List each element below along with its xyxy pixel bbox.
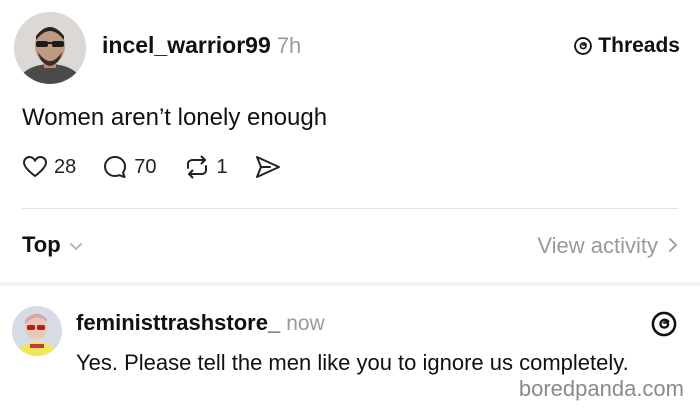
threads-brand[interactable]: Threads [573,34,680,58]
like-button[interactable]: 28 [22,155,76,179]
sort-dropdown[interactable]: Top [22,232,83,258]
threads-logo-icon [573,36,593,56]
chevron-down-icon [69,232,83,258]
watermark: boredpanda.com [518,376,684,401]
reply-body: Yes. Please tell the men like you to ign… [76,350,629,375]
chevron-right-icon [668,233,678,259]
share-button[interactable] [254,154,282,180]
view-activity-link[interactable]: View activity [537,233,678,259]
heart-icon [22,155,48,179]
reply-author-avatar[interactable] [12,306,62,356]
repost-icon [183,154,211,180]
reply-timestamp: now [286,312,325,335]
post-author-avatar[interactable] [14,12,86,84]
reply-author-name[interactable]: feministtrashstore_ [76,310,280,335]
threads-logo-icon[interactable] [650,310,678,343]
reply-author-username[interactable]: feministtrashstore_ now [76,310,325,336]
post-author-name[interactable]: incel_warrior99 [102,32,271,58]
post-author-username[interactable]: incel_warrior99 7h [102,32,301,59]
comment-icon [102,154,128,180]
reply-count: 70 [134,155,157,178]
post-actions: 28 70 1 [22,154,308,180]
send-icon [254,154,282,180]
repost-count: 1 [216,155,228,178]
sort-label: Top [22,232,61,257]
post-body: Women aren’t lonely enough [22,104,328,131]
view-activity-label: View activity [537,233,658,258]
divider [22,208,678,209]
post-timestamp: 7h [276,33,302,58]
repost-button[interactable]: 1 [183,154,228,180]
section-separator [0,282,700,286]
threads-brand-label: Threads [598,34,680,57]
reply-button[interactable]: 70 [102,154,157,180]
like-count: 28 [54,155,77,178]
